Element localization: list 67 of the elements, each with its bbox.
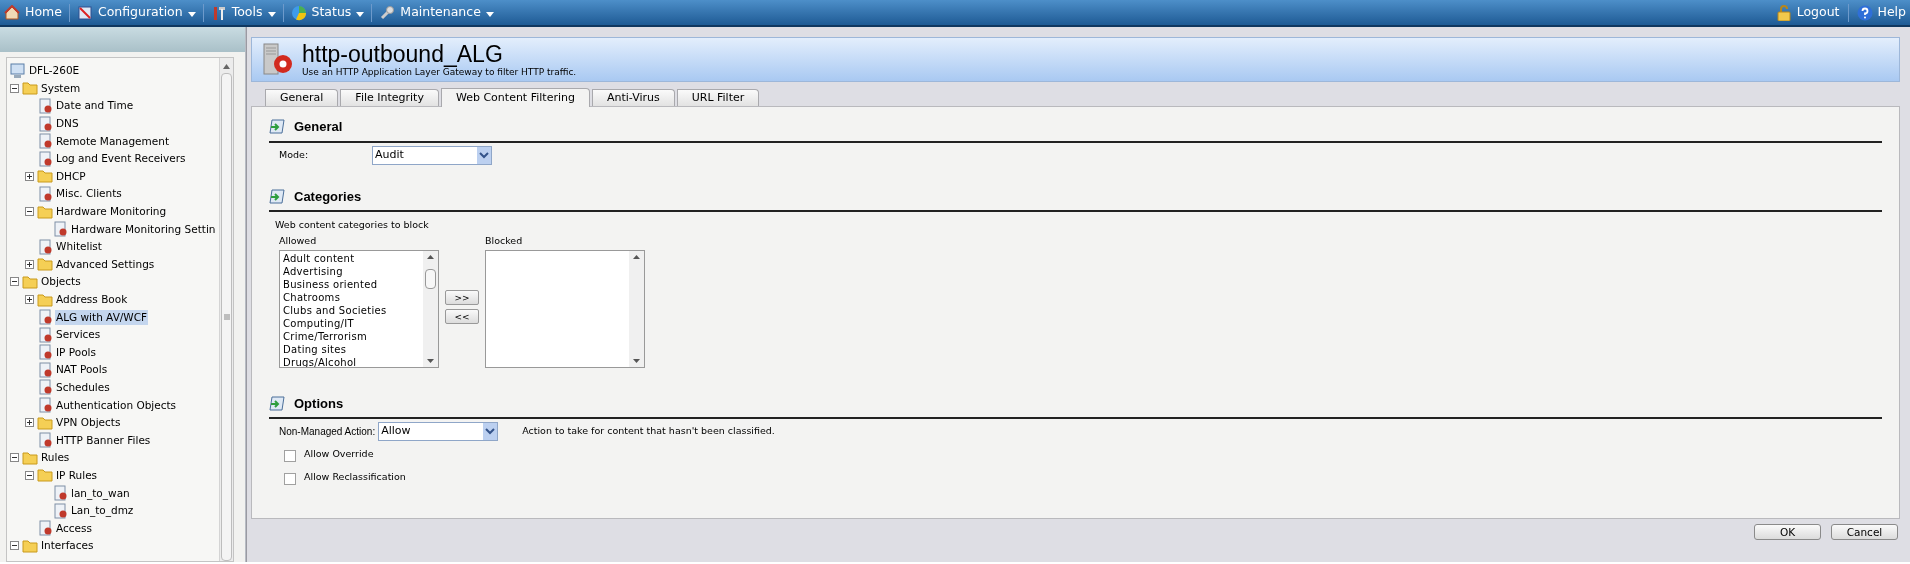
menu-item[interactable]: Logout [1775,1,1840,24]
tree-item[interactable]: Services [55,327,102,343]
tree-item[interactable]: Date and Time [55,98,135,114]
menu-item[interactable]: Status [290,1,365,24]
tree-item[interactable]: Interfaces [40,538,95,554]
list-item[interactable]: Adult content [283,251,423,265]
list-item[interactable]: Business oriented [283,277,423,291]
section-title: Options [294,394,344,413]
list-label: Allowed [279,234,318,249]
tree-item[interactable]: Hardware Monitoring Settin [70,221,217,237]
tab[interactable]: File Integrity [340,89,439,106]
tree-item[interactable]: DFL-260E [28,63,81,79]
checkbox-label: Allow Reclassification [304,470,406,484]
tree-item[interactable]: Objects [40,274,82,290]
tree-item[interactable]: Lan_to_dmz [70,503,135,519]
list-label: Blocked [485,234,524,249]
tree-item[interactable]: Rules [40,450,71,466]
tree-item[interactable]: IP Pools [55,344,97,360]
tree-item[interactable]: DHCP [55,168,87,184]
field-label: Mode: [279,147,310,162]
tree-item[interactable]: Misc. Clients [55,186,123,202]
list-item[interactable]: Advertising [283,264,423,278]
tree-item[interactable]: Address Book [55,292,129,307]
tree-item[interactable]: HTTP Banner Files [55,432,152,448]
list-item[interactable]: Crime/Terrorism [283,329,423,343]
list-item[interactable]: Chatrooms [283,290,423,304]
tree-item[interactable]: DNS [55,116,80,132]
page-subtitle: Use an HTTP Application Layer Gateway to filter HTTP traffic. [302,66,577,78]
hint-text: Web content categories to block [274,218,430,232]
tab[interactable]: Web Content Filtering [440,88,590,107]
tree-item[interactable]: NAT Pools [55,362,109,378]
tree-item[interactable]: VPN Objects [55,415,122,431]
tree-item[interactable]: Advanced Settings [55,256,156,272]
dialog-button[interactable]: OK [1754,524,1821,540]
tab[interactable]: Anti-Virus [591,89,675,106]
tab[interactable]: URL Filter [676,89,760,106]
tree-item[interactable]: Whitelist [55,239,103,255]
help-text: Action to take for content that hasn't been classified. [522,424,775,439]
menu-item[interactable]: Help [1856,1,1906,24]
checkbox-label: Allow Override [304,447,374,461]
tree-item[interactable]: ALG with AV/WCF [55,309,149,325]
field-label: Non-Managed Action: [279,425,376,439]
mode-select[interactable]: Audit [372,145,492,165]
tree-item[interactable]: Authentication Objects [55,397,178,413]
page-title: http-outbound_ALG [302,41,504,66]
tree-item[interactable]: Access [55,520,93,536]
tree-item[interactable]: IP Rules [55,467,99,483]
section-title: Categories [294,187,362,206]
menu-item[interactable]: Maintenance [379,1,494,24]
menu-item[interactable]: Configuration [76,1,196,24]
menu-item[interactable]: Tools [210,1,276,24]
tree-item[interactable]: lan_to_wan [70,485,131,501]
section-title: General [294,118,343,136]
tree-item[interactable]: Remote Management [55,133,171,149]
move-button[interactable]: >> [445,290,479,306]
menu-item[interactable]: Home [4,1,62,24]
tree-item[interactable]: Schedules [55,380,111,395]
tree-item[interactable]: Hardware Monitoring [55,204,168,220]
action-select[interactable]: Allow [378,422,499,441]
tab[interactable]: General [265,89,339,106]
dialog-button[interactable]: Cancel [1831,524,1898,540]
list-item[interactable]: Computing/IT [283,316,423,330]
list-item[interactable]: Dating sites [283,342,423,356]
move-button[interactable]: << [445,309,479,325]
tree-item[interactable]: System [40,80,82,96]
tree-item[interactable]: Log and Event Receivers [55,151,187,167]
list-item[interactable]: Clubs and Societies [283,303,423,317]
